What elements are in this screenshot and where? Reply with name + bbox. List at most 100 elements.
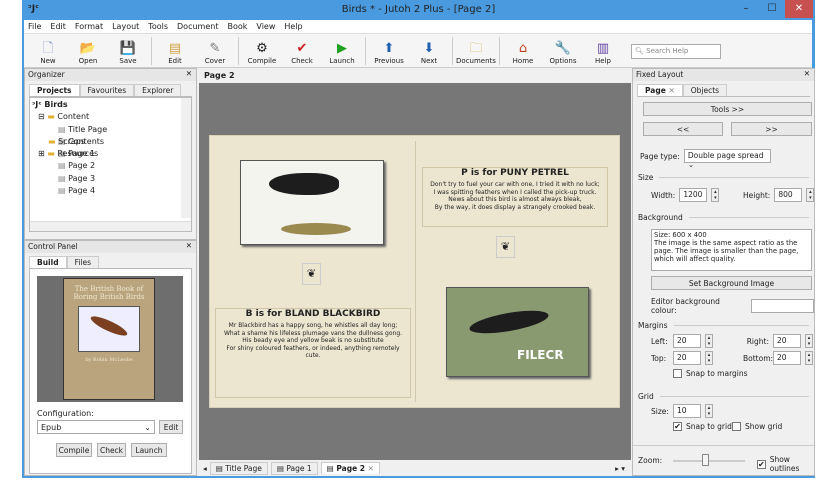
- search-help-input[interactable]: 🔍︎ Search Help: [631, 44, 721, 59]
- height-spinner[interactable]: ▴ ▾: [806, 188, 815, 202]
- ornament-icon[interactable]: ❦: [496, 236, 515, 258]
- documents-button[interactable]: 🗀 Documents: [456, 41, 496, 65]
- top-margin-input[interactable]: 20: [673, 351, 701, 365]
- ornament-icon[interactable]: ❦: [302, 263, 321, 285]
- save-button[interactable]: 💾 Save: [108, 41, 148, 65]
- tab-favourites[interactable]: Favourites: [79, 84, 135, 96]
- tab-list-icon[interactable]: ▸ ▾: [615, 464, 625, 473]
- editor-area: Page 2 P is for PUNY PETREL Don't try to…: [199, 68, 631, 476]
- spinner[interactable]: ▴ ▾: [705, 404, 713, 418]
- tree-item-page[interactable]: ▤ Title Page: [32, 125, 189, 137]
- tab-files[interactable]: Files: [66, 256, 100, 268]
- tab-title-page[interactable]: ▤ Title Page: [209, 461, 268, 475]
- app-window: ᵓJᶜ Birds * - Jutoh 2 Plus - [Page 2] – …: [22, 0, 815, 478]
- petrel-text-box[interactable]: P is for PUNY PETREL Don't try to fuel y…: [422, 167, 608, 227]
- minimize-button[interactable]: –: [733, 0, 759, 18]
- spinner[interactable]: ▴ ▾: [705, 334, 713, 348]
- menu-file[interactable]: File: [28, 22, 41, 31]
- check-button[interactable]: ✔ Check: [282, 41, 322, 65]
- launch-button[interactable]: ▶ Launch: [322, 41, 362, 65]
- maximize-button[interactable]: ☐: [759, 0, 785, 18]
- scroll-left-icon[interactable]: ◂: [203, 464, 207, 473]
- edit-configuration-button[interactable]: Edit: [159, 420, 183, 434]
- check-button[interactable]: Check: [97, 443, 126, 457]
- tab-objects[interactable]: Objects: [682, 84, 728, 96]
- next-button[interactable]: ⬇ Next: [409, 41, 449, 65]
- petrel-image[interactable]: FILECR: [446, 287, 589, 377]
- organizer-panel: Organizer ✕ Projects Favourites Explorer …: [24, 68, 197, 240]
- set-background-image-button[interactable]: Set Background Image: [651, 276, 812, 290]
- right-margin-input[interactable]: 20: [773, 334, 801, 348]
- tab-page-2[interactable]: ▤ Page 2 ✕: [320, 462, 380, 474]
- home-button[interactable]: ⌂ Home: [503, 41, 543, 65]
- horizontal-scrollbar[interactable]: [30, 221, 191, 231]
- tab-build[interactable]: Build: [29, 256, 67, 268]
- tree-item-resources[interactable]: ⊞ ▬ Resources: [32, 149, 189, 161]
- open-button[interactable]: 📂 Open: [68, 41, 108, 65]
- tree-item-page[interactable]: ▤ Page 3: [32, 174, 189, 186]
- zoom-slider[interactable]: [673, 454, 745, 466]
- blackbird-text-box[interactable]: B is for BLAND BLACKBIRD Mr Blackbird ha…: [215, 308, 411, 398]
- show-outlines-checkbox[interactable]: ✔ Show outlines: [757, 455, 814, 473]
- help-button[interactable]: ▥ Help: [583, 41, 623, 65]
- tree-item-page[interactable]: ▤ Page 2: [32, 161, 189, 173]
- show-grid-checkbox[interactable]: Show grid: [732, 422, 782, 431]
- control-panel: Control Panel ✕ Build Files The British B…: [24, 240, 197, 476]
- menu-edit[interactable]: Edit: [50, 22, 66, 31]
- zoom-slider-thumb[interactable]: [702, 454, 710, 466]
- height-input[interactable]: 800: [774, 188, 803, 202]
- menu-help[interactable]: Help: [284, 22, 302, 31]
- tree-item-root[interactable]: ᵓJᶜ Birds: [32, 100, 189, 112]
- editor-bg-colour-input[interactable]: [751, 299, 814, 313]
- edit-button[interactable]: ▤ Edit: [155, 41, 195, 65]
- tab-projects[interactable]: Projects: [29, 84, 80, 96]
- snap-to-margins-checkbox[interactable]: Snap to margins: [673, 369, 748, 378]
- close-icon[interactable]: ✕: [186, 241, 192, 250]
- folder-icon: ▬: [47, 149, 55, 159]
- bottom-margin-input[interactable]: 20: [773, 351, 801, 365]
- tools-button[interactable]: Tools >>: [643, 102, 812, 116]
- tree-item-content[interactable]: ⊟ ▬ Content: [32, 112, 189, 124]
- tree-item-scraps[interactable]: ▬ Scraps: [32, 137, 189, 149]
- title-bar: ᵓJᶜ Birds * - Jutoh 2 Plus - [Page 2] – …: [22, 0, 815, 20]
- compile-button[interactable]: ⚙ Compile: [242, 41, 282, 65]
- previous-object-button[interactable]: <<: [643, 122, 723, 136]
- snap-to-grid-checkbox[interactable]: ✔ Snap to grid: [673, 422, 732, 431]
- tab-page[interactable]: Page ✕: [637, 84, 683, 96]
- configuration-select[interactable]: Epub ⌄: [37, 420, 155, 434]
- close-icon[interactable]: ✕: [186, 69, 192, 78]
- launch-button[interactable]: Launch: [131, 443, 167, 457]
- vertical-scrollbar[interactable]: [181, 98, 191, 218]
- check-icon: ✔: [296, 41, 308, 56]
- blackbird-image[interactable]: [240, 160, 384, 245]
- spinner[interactable]: ▴ ▾: [805, 334, 813, 348]
- cover-button[interactable]: ✎ Cover: [195, 41, 235, 65]
- compile-button[interactable]: Compile: [56, 443, 92, 457]
- next-object-button[interactable]: >>: [731, 122, 812, 136]
- previous-button[interactable]: ⬆ Previous: [369, 41, 409, 65]
- tab-explorer[interactable]: Explorer: [134, 84, 182, 96]
- grid-size-input[interactable]: 10: [673, 404, 701, 418]
- new-button[interactable]: 🗋 New: [28, 41, 68, 65]
- size-group-label: Size: [638, 173, 654, 182]
- left-margin-input[interactable]: 20: [673, 334, 701, 348]
- spinner[interactable]: ▴ ▾: [805, 351, 813, 365]
- watermark: FILECR: [517, 348, 564, 362]
- width-spinner[interactable]: ▴ ▾: [711, 188, 720, 202]
- width-input[interactable]: 1200: [679, 188, 708, 202]
- menu-layout[interactable]: Layout: [112, 22, 139, 31]
- menu-tools[interactable]: Tools: [148, 22, 168, 31]
- tab-page-1[interactable]: ▤ Page 1: [270, 461, 318, 475]
- menu-format[interactable]: Format: [75, 22, 103, 31]
- close-icon[interactable]: ✕: [804, 69, 810, 78]
- menu-document[interactable]: Document: [177, 22, 218, 31]
- options-button[interactable]: 🔧 Options: [543, 41, 583, 65]
- menu-book[interactable]: Book: [227, 22, 247, 31]
- menu-view[interactable]: View: [256, 22, 275, 31]
- page-type-select[interactable]: Double page spread ⌄: [683, 149, 771, 169]
- cover-bird-image: [78, 306, 140, 352]
- close-button[interactable]: ✕: [785, 0, 813, 18]
- spinner[interactable]: ▴ ▾: [705, 351, 713, 365]
- page-spread[interactable]: P is for PUNY PETREL Don't try to fuel y…: [209, 135, 620, 408]
- tree-item-page[interactable]: ▤ Page 4: [32, 186, 189, 198]
